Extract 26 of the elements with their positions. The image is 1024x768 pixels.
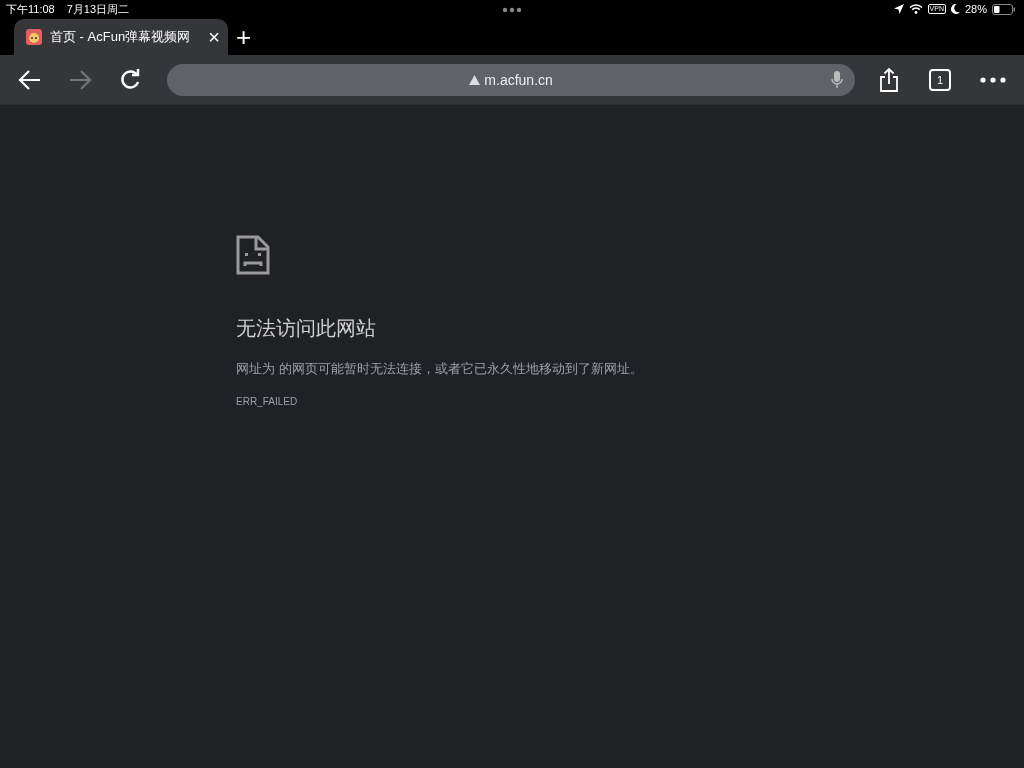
error-message: 网址为 的网页可能暂时无法连接，或者它已永久性地移动到了新网址。 — [236, 360, 643, 378]
battery-icon — [992, 3, 1016, 15]
sad-page-icon — [236, 235, 270, 275]
browser-tab[interactable]: 首页 - AcFun弹幕视频网 × — [14, 19, 228, 55]
address-url: m.acfun.cn — [469, 71, 553, 88]
multitasking-dots-icon[interactable] — [502, 7, 522, 13]
microphone-icon[interactable] — [831, 70, 844, 89]
error-code: ERR_FAILED — [236, 396, 298, 407]
error-title: 无法访问此网站 — [236, 316, 376, 341]
site-favicon-icon — [26, 29, 42, 45]
wifi-icon — [908, 4, 923, 14]
close-tab-button[interactable]: × — [208, 27, 220, 47]
status-date: 7月13日周二 — [66, 1, 130, 17]
tab-count-button[interactable]: 1 — [929, 68, 951, 91]
more-menu-icon[interactable] — [980, 76, 1006, 83]
location-arrow-icon — [893, 4, 904, 14]
new-tab-button[interactable]: + — [228, 19, 260, 55]
back-arrow-icon[interactable] — [18, 68, 42, 91]
reload-icon[interactable] — [119, 68, 141, 91]
tab-title: 首页 - AcFun弹幕视频网 — [50, 28, 192, 46]
warning-icon — [469, 74, 481, 85]
share-icon[interactable] — [879, 67, 900, 92]
battery-percent: 28% — [964, 3, 987, 15]
moon-icon — [950, 4, 960, 14]
address-bar[interactable]: m.acfun.cn — [167, 63, 856, 96]
status-time: 下午11:08 — [6, 1, 55, 17]
